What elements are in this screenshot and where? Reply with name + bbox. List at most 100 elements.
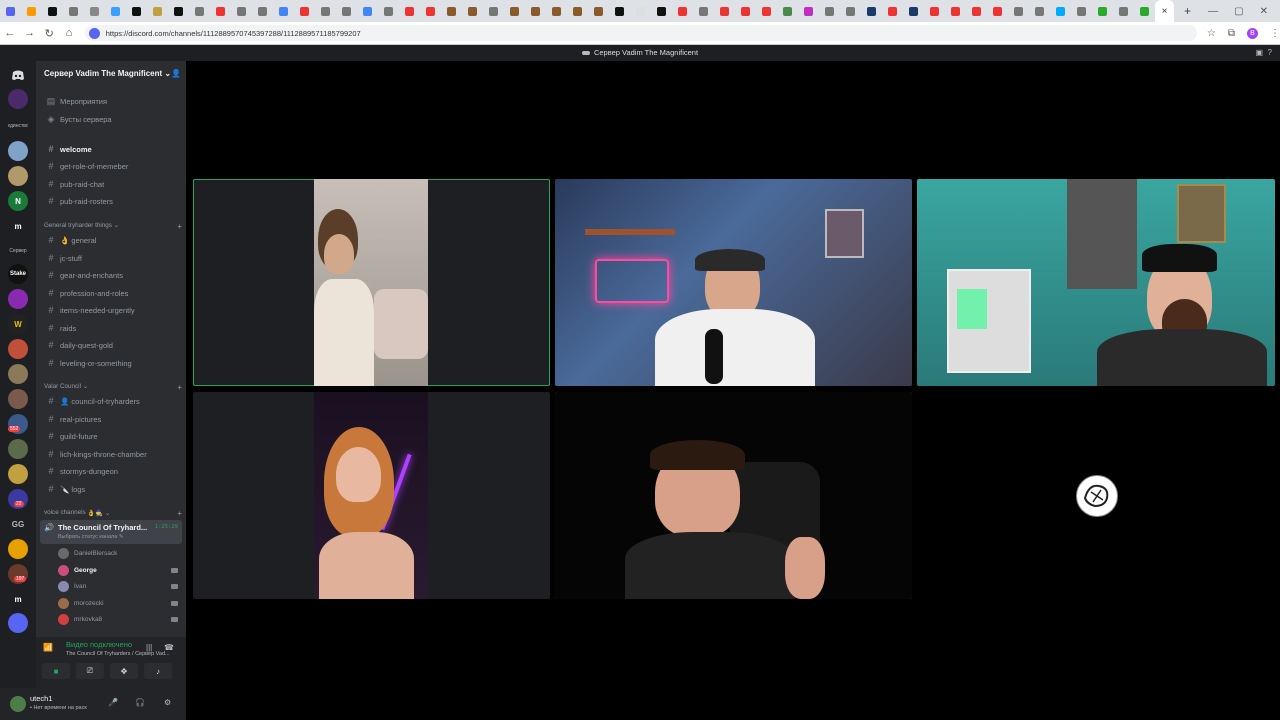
server-icon-9[interactable] xyxy=(8,389,28,409)
channel-get-role[interactable]: # get-role-of-memeber xyxy=(44,158,182,174)
browser-tab[interactable] xyxy=(735,0,756,22)
browser-tab[interactable] xyxy=(609,0,630,22)
browser-tab[interactable] xyxy=(273,0,294,22)
signal-icon[interactable]: 📶 xyxy=(43,643,53,652)
server-icon-7[interactable] xyxy=(8,339,28,359)
category-valar[interactable]: Valar Council ⌄ + xyxy=(44,383,182,392)
browser-tab[interactable] xyxy=(945,0,966,22)
browser-tab[interactable] xyxy=(357,0,378,22)
server-icon-2[interactable] xyxy=(8,141,28,161)
browser-tab[interactable] xyxy=(672,0,693,22)
browser-tab[interactable] xyxy=(840,0,861,22)
extensions-icon[interactable]: ⧉ xyxy=(1228,28,1235,39)
soundboard-button[interactable]: ♪ xyxy=(144,663,172,679)
video-tile-4[interactable] xyxy=(193,392,550,599)
browser-tab[interactable] xyxy=(798,0,819,22)
browser-tab[interactable] xyxy=(987,0,1008,22)
server-icon-stake[interactable]: Stake xyxy=(8,264,28,284)
browser-tab[interactable] xyxy=(252,0,273,22)
voice-user[interactable]: George xyxy=(58,562,178,578)
browser-tab[interactable] xyxy=(714,0,735,22)
server-icon-wow[interactable]: W xyxy=(8,314,28,334)
browser-tab[interactable] xyxy=(882,0,903,22)
channel-pub-raid-rosters[interactable]: # pub-raid-rosters xyxy=(44,193,182,209)
close-window-icon[interactable]: ✕ xyxy=(1260,6,1268,17)
profile-avatar[interactable]: B xyxy=(1247,27,1259,39)
minimize-icon[interactable]: — xyxy=(1208,6,1218,17)
browser-tab[interactable] xyxy=(336,0,357,22)
forward-icon[interactable]: → xyxy=(20,27,40,39)
category-voice[interactable]: voice channels 👌🧙 ⌄ + xyxy=(44,509,182,518)
browser-tab[interactable] xyxy=(525,0,546,22)
server-icon-1[interactable] xyxy=(8,89,28,109)
noise-suppression-icon[interactable]: ||| xyxy=(146,643,152,652)
browser-tab[interactable] xyxy=(231,0,252,22)
channel-status[interactable]: Выбрать статус канала ✎ xyxy=(58,534,123,540)
browser-tab[interactable] xyxy=(399,0,420,22)
browser-tab[interactable] xyxy=(147,0,168,22)
browser-tab[interactable] xyxy=(966,0,987,22)
browser-tab[interactable] xyxy=(294,0,315,22)
voice-user[interactable]: mrkovka8 xyxy=(58,611,178,627)
browser-tab[interactable] xyxy=(1071,0,1092,22)
channel-item[interactable]: # real-pictures xyxy=(44,411,182,427)
inbox-icon[interactable]: ▣ xyxy=(1256,48,1264,57)
server-icon-16[interactable]: m xyxy=(8,589,28,609)
active-tab[interactable]: × xyxy=(1155,0,1174,22)
channel-item[interactable]: # raids xyxy=(44,320,182,336)
server-icon-14[interactable] xyxy=(8,539,28,559)
browser-tab[interactable] xyxy=(588,0,609,22)
browser-tab[interactable] xyxy=(1008,0,1029,22)
video-tile-2[interactable] xyxy=(555,179,912,386)
browser-tab[interactable] xyxy=(0,0,21,22)
browser-tab[interactable] xyxy=(924,0,945,22)
browser-tab[interactable] xyxy=(567,0,588,22)
server-icon-3[interactable] xyxy=(8,166,28,186)
category-general[interactable]: General tryharder things ⌄ + xyxy=(44,222,182,231)
server-icon-5[interactable]: m xyxy=(8,216,28,236)
disconnect-icon[interactable]: ☎ xyxy=(164,643,174,652)
channel-item[interactable]: # 👌 general xyxy=(44,232,182,248)
browser-tab[interactable] xyxy=(189,0,210,22)
browser-tab[interactable] xyxy=(903,0,924,22)
browser-tab[interactable] xyxy=(168,0,189,22)
channel-welcome[interactable]: # welcome xyxy=(44,141,182,157)
user-avatar[interactable] xyxy=(10,696,26,712)
channel-item[interactable]: # lich-kings-throne-chamber xyxy=(44,446,182,462)
home-icon[interactable]: ⌂ xyxy=(59,27,79,39)
back-icon[interactable]: ← xyxy=(0,27,20,39)
video-tile-5[interactable] xyxy=(555,392,912,599)
browser-tab[interactable] xyxy=(210,0,231,22)
server-icon-gg[interactable]: GG xyxy=(8,514,28,534)
server-name[interactable]: Сервер Vadim The Magnificent ⌄ xyxy=(44,69,171,78)
browser-tab[interactable] xyxy=(1029,0,1050,22)
browser-tab[interactable] xyxy=(441,0,462,22)
microphone-icon[interactable]: 🎤 xyxy=(108,698,118,707)
browser-tab[interactable] xyxy=(756,0,777,22)
browser-tab[interactable] xyxy=(861,0,882,22)
video-tile-6[interactable] xyxy=(917,392,1275,599)
browser-tab[interactable] xyxy=(378,0,399,22)
voice-user[interactable]: Ivan xyxy=(58,578,178,594)
discord-home-icon[interactable] xyxy=(8,65,28,85)
help-icon[interactable]: ? xyxy=(1268,48,1272,57)
browser-tab[interactable] xyxy=(420,0,441,22)
browser-tab[interactable] xyxy=(63,0,84,22)
browser-tab[interactable] xyxy=(21,0,42,22)
menu-icon[interactable]: ⋮ xyxy=(1270,28,1280,39)
browser-tab[interactable] xyxy=(1050,0,1071,22)
browser-tab[interactable] xyxy=(546,0,567,22)
boosts-item[interactable]: ◈ Бусты сервера xyxy=(44,111,182,127)
events-item[interactable]: ▤ Мероприятия xyxy=(44,93,182,109)
channel-item[interactable]: # items-needed-urgently xyxy=(44,302,182,318)
voice-channel-active[interactable]: 🔊 The Council Of Tryhard... 1:25:29 Выбр… xyxy=(40,520,182,544)
server-icon-11[interactable] xyxy=(8,439,28,459)
browser-tab[interactable] xyxy=(483,0,504,22)
browser-tab[interactable] xyxy=(1092,0,1113,22)
browser-tab[interactable] xyxy=(504,0,525,22)
browser-tab[interactable] xyxy=(1113,0,1134,22)
channel-item[interactable]: # stormys-dungeon xyxy=(44,463,182,479)
channel-item[interactable]: # jc-stuff xyxy=(44,250,182,266)
channel-item[interactable]: # leveling-or-something xyxy=(44,355,182,371)
channel-pub-raid-chat[interactable]: # pub-raid-chat xyxy=(44,176,182,192)
